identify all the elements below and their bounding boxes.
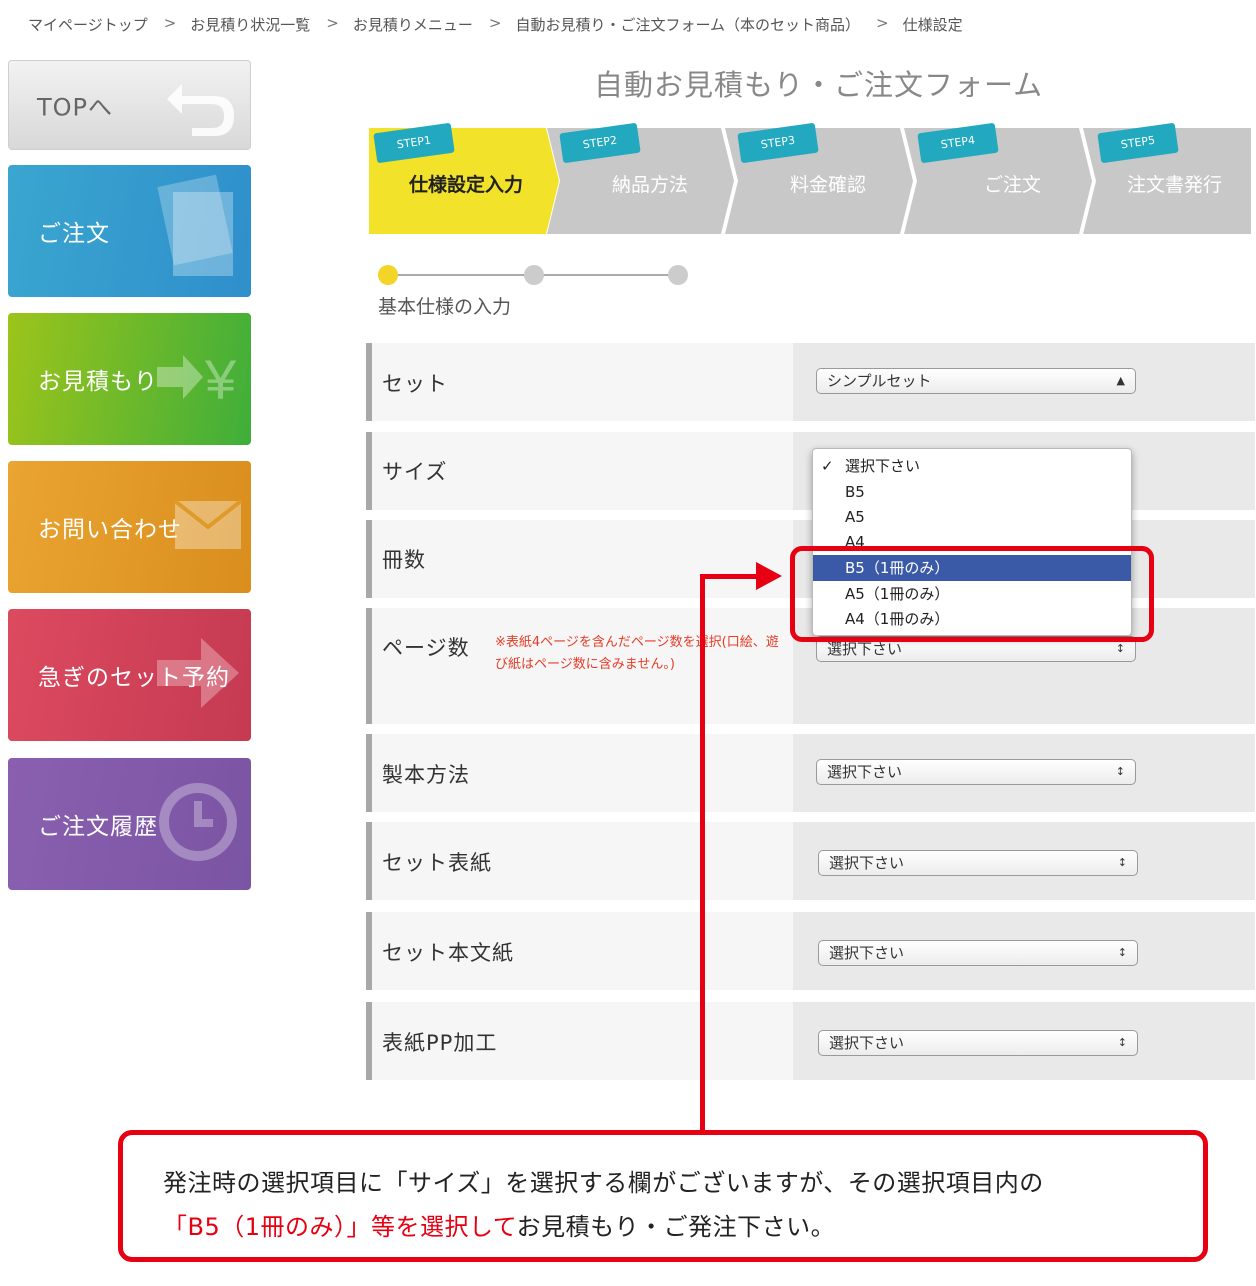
cover-label: セット表紙 xyxy=(382,851,492,875)
select-arrows-icon: ↕ xyxy=(1117,946,1127,959)
row-set: セット シンプルセット ▲ xyxy=(366,343,1255,421)
breadcrumb-estimate-list[interactable]: お見積り状況一覧 xyxy=(190,14,310,35)
sub-progress xyxy=(378,264,698,286)
set-label: セット xyxy=(382,372,448,396)
callout-highlight-text: 「B5（1冊のみ）」等を選択して xyxy=(163,1213,517,1241)
progress-dot-1 xyxy=(378,265,398,285)
copies-label: 冊数 xyxy=(382,548,426,572)
sidebar-history-label: ご注文履歴 xyxy=(38,814,158,840)
progress-label: 基本仕様の入力 xyxy=(378,296,512,318)
sidebar-rush-button[interactable]: 急ぎのセット予約 xyxy=(8,609,251,741)
step-4-label: ご注文 xyxy=(984,174,1042,196)
callout-box: 発注時の選択項目に「サイズ」を選択する欄がございますが、その選択項目内の 「B5… xyxy=(118,1130,1208,1262)
pages-select-value: 選択下さい xyxy=(827,640,903,658)
return-arrow-icon xyxy=(162,64,242,146)
sidebar-order-button[interactable]: ご注文 xyxy=(8,165,251,297)
sidebar-inquiry-button[interactable]: お問い合わせ xyxy=(8,461,251,593)
callout-line-1: 発注時の選択項目に「サイズ」を選択する欄がございますが、その選択項目内の xyxy=(163,1169,1044,1197)
breadcrumb-separator: > xyxy=(488,14,502,32)
size-label: サイズ xyxy=(382,460,448,484)
sidebar-estimate-button[interactable]: お見積もり ¥ xyxy=(8,313,251,445)
binding-select-value: 選択下さい xyxy=(827,763,903,781)
callout-line-2: 「B5（1冊のみ）」等を選択してお見積もり・ご発注下さい。 xyxy=(163,1207,835,1242)
svg-text:¥: ¥ xyxy=(204,348,237,411)
step-indicator: STEP1 STEP2 STEP3 STEP4 STEP5 仕様設定入力 納品方… xyxy=(369,122,1251,234)
body-paper-select-value: 選択下さい xyxy=(829,944,905,962)
step-3-label: 料金確認 xyxy=(790,174,867,196)
cover-select-value: 選択下さい xyxy=(829,854,905,872)
step-1-label: 仕様設定入力 xyxy=(409,174,524,196)
set-select[interactable]: シンプルセット ▲ xyxy=(816,368,1136,394)
document-icon xyxy=(153,174,243,288)
row-body-paper: セット本文紙 選択下さい ↕ xyxy=(366,912,1255,990)
progress-dot-3 xyxy=(668,265,688,285)
select-arrows-icon: ↕ xyxy=(1117,856,1127,869)
breadcrumb-separator: > xyxy=(876,14,889,32)
sidebar-top-button[interactable]: TOPへ xyxy=(8,60,251,150)
binding-label: 製本方法 xyxy=(382,763,470,787)
body-paper-select[interactable]: 選択下さい ↕ xyxy=(818,940,1138,966)
arrow-right-icon xyxy=(153,628,243,722)
sidebar-top-label: TOPへ xyxy=(37,93,114,122)
row-binding: 製本方法 選択下さい ↕ xyxy=(366,734,1255,812)
arrow-head-icon xyxy=(756,562,782,590)
step-5-label: 注文書発行 xyxy=(1127,174,1223,196)
pages-label: ページ数 xyxy=(382,636,470,660)
breadcrumb: マイページトップ > お見積り状況一覧 > お見積りメニュー > 自動お見積り・… xyxy=(28,14,963,35)
step-2-label: 納品方法 xyxy=(612,174,689,196)
breadcrumb-separator: > xyxy=(163,14,177,32)
highlight-box xyxy=(790,546,1154,642)
binding-select[interactable]: 選択下さい ↕ xyxy=(816,759,1136,785)
body-paper-label: セット本文紙 xyxy=(382,941,514,965)
select-arrows-icon: ↕ xyxy=(1117,1036,1127,1049)
breadcrumb-separator: > xyxy=(326,14,339,32)
row-cover: セット表紙 選択下さい ↕ xyxy=(366,822,1255,900)
size-option-a5[interactable]: A5 xyxy=(813,504,1131,530)
progress-dot-2 xyxy=(524,265,544,285)
pp-select-value: 選択下さい xyxy=(829,1034,905,1052)
breadcrumb-mypage-top[interactable]: マイページトップ xyxy=(28,14,148,35)
set-select-value: シンプルセット xyxy=(827,372,932,390)
row-pp: 表紙PP加工 選択下さい ↕ xyxy=(366,1002,1255,1080)
pp-select[interactable]: 選択下さい ↕ xyxy=(818,1030,1138,1056)
sidebar-order-label: ご注文 xyxy=(38,221,110,247)
page-title: 自動お見積もり・ご注文フォーム xyxy=(594,68,1044,102)
breadcrumb-estimate-menu[interactable]: お見積りメニュー xyxy=(353,14,473,35)
history-clock-icon xyxy=(153,777,243,871)
breadcrumb-current: 仕様設定 xyxy=(902,16,963,34)
cover-select[interactable]: 選択下さい ↕ xyxy=(818,850,1138,876)
breadcrumb-auto-form[interactable]: 自動お見積り・ご注文フォーム（本のセット商品） xyxy=(515,14,860,35)
callout-rest-text: お見積もり・ご発注下さい。 xyxy=(516,1213,836,1241)
yen-arrow-icon: ¥ xyxy=(153,337,243,421)
annotation-arrow-line xyxy=(700,574,760,579)
select-arrows-icon: ▲ xyxy=(1116,374,1125,387)
check-icon: ✓ xyxy=(821,457,834,475)
size-option-placeholder[interactable]: ✓ 選択下さい xyxy=(813,453,1131,479)
envelope-icon xyxy=(173,497,243,557)
sidebar-inquiry-label: お問い合わせ xyxy=(38,517,182,543)
select-arrows-icon: ↕ xyxy=(1115,765,1125,778)
annotation-arrow-line xyxy=(700,574,705,1140)
pp-label: 表紙PP加工 xyxy=(382,1031,498,1055)
size-option-b5[interactable]: B5 xyxy=(813,479,1131,505)
sidebar-estimate-label: お見積もり xyxy=(38,369,158,395)
pages-note: ※表紙4ページを含んだページ数を選択(口絵、遊び紙はページ数に含みません。) xyxy=(495,635,779,672)
sidebar-history-button[interactable]: ご注文履歴 xyxy=(8,758,251,890)
